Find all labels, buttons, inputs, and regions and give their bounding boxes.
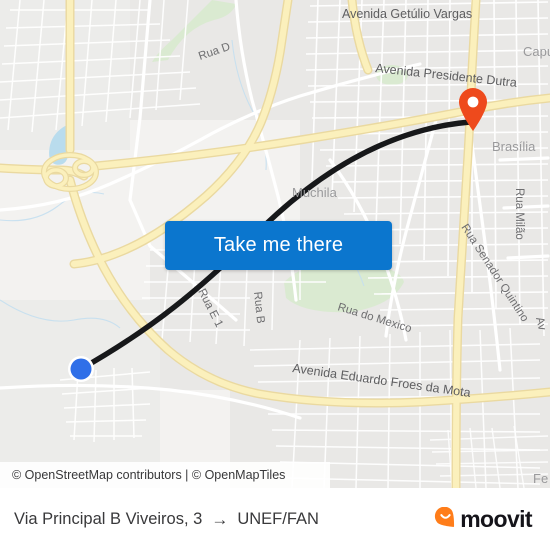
- map-attribution: © OpenStreetMap contributors | © OpenMap…: [0, 462, 330, 488]
- route-origin-label: Via Principal B Viveiros, 3: [14, 509, 203, 528]
- footer-bar: Via Principal B Viveiros, 3 → UNEF/FAN m…: [0, 488, 550, 550]
- destination-pin[interactable]: [456, 84, 490, 132]
- map-street-label: Rua Milão: [513, 188, 525, 240]
- moovit-pin-icon: [435, 507, 455, 527]
- take-me-there-button[interactable]: Take me there: [165, 221, 392, 270]
- map-street-label: Capu: [523, 44, 550, 59]
- moovit-logo[interactable]: moovit: [434, 505, 533, 532]
- origin-dot[interactable]: [66, 354, 96, 384]
- arrow-right-icon: →: [211, 509, 229, 529]
- map-street-label: Avenida Getúlio Vargas: [342, 7, 472, 21]
- map-canvas[interactable]: Rua D Avenida Getúlio Vargas Avenida Presi…: [0, 0, 550, 488]
- map-street-label: Brasília: [492, 139, 536, 154]
- map-street-label: Muchila: [292, 185, 338, 200]
- route-destination-label: UNEF/FAN: [237, 509, 319, 528]
- map-street-label: Fe: [533, 471, 548, 486]
- attribution-text[interactable]: © OpenStreetMap contributors | © OpenMap…: [12, 468, 285, 482]
- route-summary: Via Principal B Viveiros, 3 → UNEF/FAN: [14, 510, 319, 529]
- moovit-route-screenshot: Rua D Avenida Getúlio Vargas Avenida Presi…: [0, 0, 550, 550]
- moovit-wordmark: moovit: [460, 505, 532, 532]
